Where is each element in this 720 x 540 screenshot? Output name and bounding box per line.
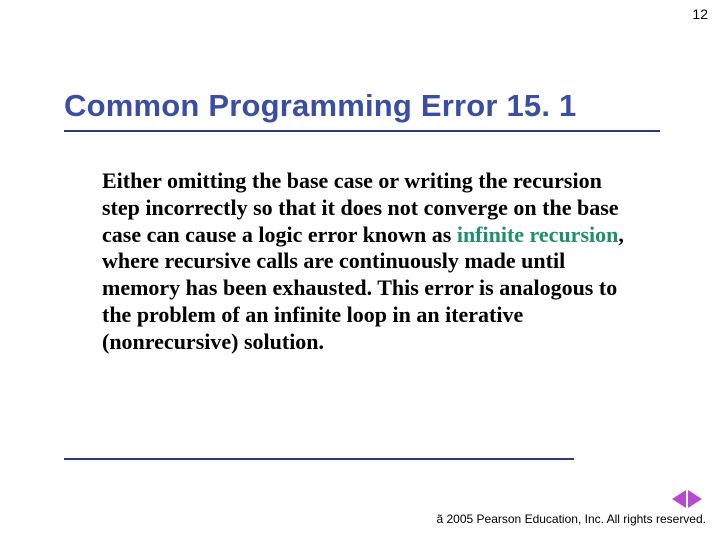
prev-arrow-icon[interactable] <box>672 490 686 508</box>
copyright-footer: ã 2005 Pearson Education, Inc. All right… <box>437 512 707 526</box>
nav-arrows <box>672 490 702 508</box>
body-paragraph: Either omitting the base case or writing… <box>102 168 642 356</box>
keyword-infinite-recursion: infinite recursion <box>457 222 619 247</box>
lower-divider <box>64 458 574 460</box>
page-number: 12 <box>692 6 708 22</box>
slide-heading: Common Programming Error 15. 1 <box>64 88 660 132</box>
next-arrow-icon[interactable] <box>688 490 702 508</box>
